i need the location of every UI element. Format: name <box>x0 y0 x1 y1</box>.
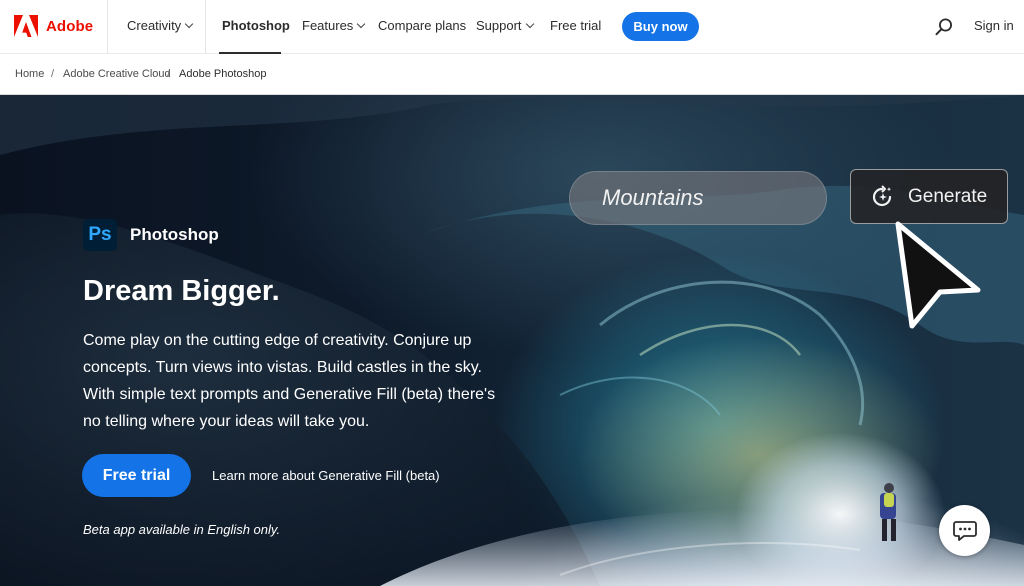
nav-free-trial[interactable]: Free trial <box>550 18 601 33</box>
chevron-down-icon <box>184 19 194 28</box>
generative-prompt-field: Mountains <box>569 171 827 225</box>
beta-availability-note: Beta app available in English only. <box>83 522 281 537</box>
active-tab-indicator <box>219 52 281 54</box>
hero-title: Dream Bigger. <box>83 275 280 307</box>
nav-divider <box>205 0 206 54</box>
nav-photoshop[interactable]: Photoshop <box>222 18 290 33</box>
generate-label: Generate <box>908 185 988 207</box>
nav-photoshop-label: Photoshop <box>222 18 290 33</box>
breadcrumb-current: Adobe Photoshop <box>179 68 267 80</box>
chevron-down-icon <box>357 19 366 28</box>
prompt-text: Mountains <box>602 185 704 210</box>
free-trial-button[interactable]: Free trial <box>82 454 191 497</box>
generate-button: Generate <box>850 169 1008 224</box>
nav-compare-plans[interactable]: Compare plans <box>378 18 466 33</box>
nav-creativity-label: Creativity <box>127 18 182 33</box>
chevron-down-icon <box>525 19 534 28</box>
nav-support-label: Support <box>476 18 522 33</box>
nav-free-trial-label: Free trial <box>550 18 602 33</box>
nav-support-menu[interactable]: Support <box>476 18 534 33</box>
photoshop-app-icon-text: Ps <box>88 224 112 245</box>
sparkle-refresh-icon <box>872 184 892 206</box>
nav-compare-plans-label: Compare plans <box>378 18 467 33</box>
breadcrumb: Home / Adobe Creative Cloud / Adobe Phot… <box>0 55 1024 95</box>
adobe-brand-label: Adobe <box>46 17 94 35</box>
nav-features-label: Features <box>302 18 354 33</box>
hero-banner: Mountains Generate Ps Photoshop Dream Bi… <box>0 95 1024 586</box>
learn-more-link[interactable]: Learn more about Generative Fill (beta) <box>212 468 440 483</box>
adobe-brand-link[interactable]: Adobe <box>14 14 93 38</box>
nav-divider <box>107 0 108 54</box>
adobe-logo-icon <box>14 15 38 37</box>
breadcrumb-separator: / <box>167 68 171 80</box>
breadcrumb-creative-cloud[interactable]: Adobe Creative Cloud <box>63 68 171 80</box>
buy-now-button[interactable]: Buy now <box>622 12 699 41</box>
product-name: Photoshop <box>130 225 219 244</box>
breadcrumb-home[interactable]: Home <box>15 68 44 80</box>
chat-icon <box>952 520 977 541</box>
nav-features-menu[interactable]: Features <box>302 18 366 33</box>
chat-button[interactable] <box>939 505 990 556</box>
pointer-cursor-icon <box>895 221 981 329</box>
photoshop-app-icon: Ps <box>83 219 117 251</box>
product-badge: Ps Photoshop <box>83 219 219 251</box>
search-icon[interactable] <box>934 17 954 37</box>
sign-in-link[interactable]: Sign in <box>974 18 1014 33</box>
hero-description: Come play on the cutting edge of creativ… <box>83 332 496 430</box>
global-nav: Adobe Creativity Photoshop Features Comp… <box>0 0 1024 54</box>
breadcrumb-separator: / <box>51 68 55 80</box>
nav-creativity-menu[interactable]: Creativity <box>127 18 194 33</box>
